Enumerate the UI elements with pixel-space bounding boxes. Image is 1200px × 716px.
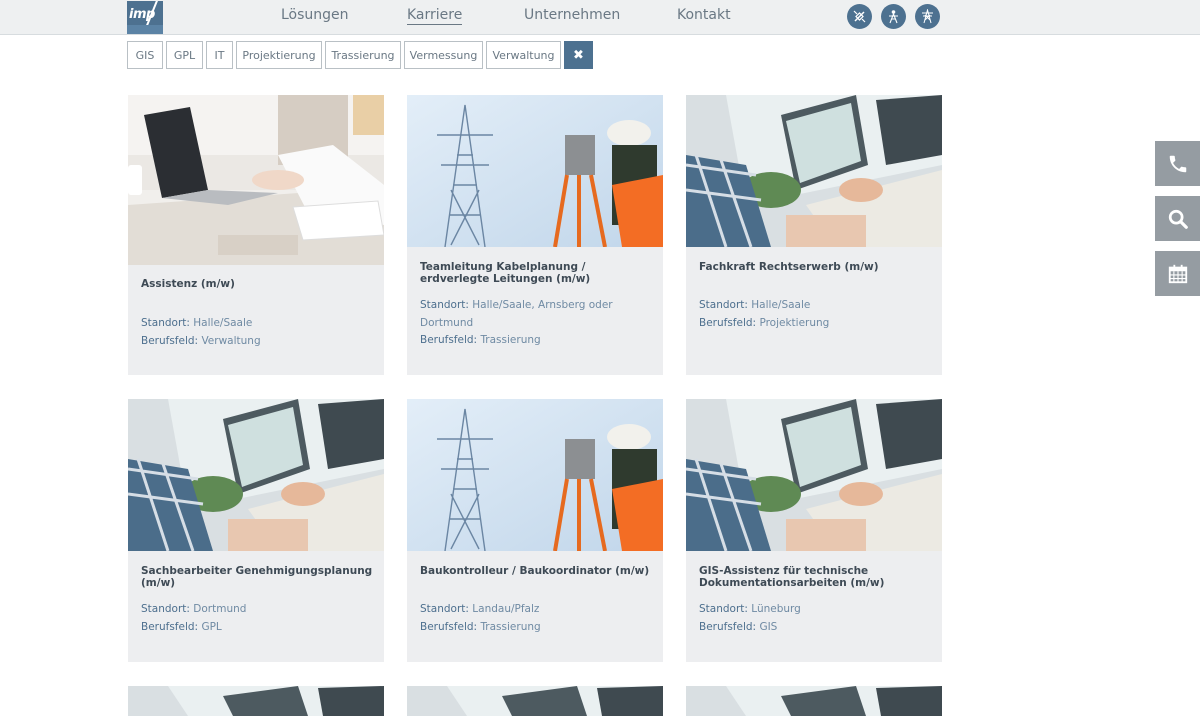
- job-title: Fachkraft Rechtserwerb (m/w): [699, 261, 879, 273]
- job-meta: Standort: Lüneburg Berufsfeld: GIS: [699, 601, 931, 636]
- calendar-button[interactable]: [1155, 251, 1200, 296]
- standort-label: Standort:: [141, 317, 190, 329]
- standort-label: Standort:: [699, 603, 748, 615]
- berufsfeld-label: Berufsfeld:: [141, 334, 199, 347]
- job-title: Baukontrolleur / Baukoordinator (m/w): [420, 565, 650, 577]
- standort-label: Standort:: [699, 299, 748, 311]
- office-monitor-image: [128, 399, 384, 551]
- berufsfeld-label: Berufsfeld:: [420, 620, 478, 633]
- filter-verwaltung[interactable]: Verwaltung: [486, 41, 561, 69]
- surveyor-image: [407, 399, 663, 551]
- standort-label: Standort:: [141, 603, 190, 615]
- standort-value: Dortmund: [193, 603, 247, 615]
- job-meta: Standort: Dortmund Berufsfeld: GPL: [141, 601, 373, 636]
- berufsfeld-label: Berufsfeld:: [141, 620, 199, 633]
- office-monitor-image: [686, 95, 942, 247]
- laptop-desk-image: [128, 95, 384, 265]
- job-card-partial[interactable]: [407, 686, 663, 716]
- job-card[interactable]: Assistenz (m/w) Standort: Halle/Saale Be…: [128, 95, 384, 375]
- phone-icon: [1169, 155, 1186, 172]
- filter-it[interactable]: IT: [206, 41, 233, 69]
- office-monitor-image: [128, 686, 384, 716]
- job-card-partial[interactable]: [686, 686, 942, 716]
- satellite-icon[interactable]: [847, 4, 872, 29]
- filter-projektierung[interactable]: Projektierung: [236, 41, 322, 69]
- job-card-partial[interactable]: [128, 686, 384, 716]
- job-card[interactable]: Teamleitung Kabelplanung / erdverlegte L…: [407, 95, 663, 375]
- job-title: Teamleitung Kabelplanung / erdverlegte L…: [420, 261, 591, 285]
- job-title: Sachbearbeiter Genehmigungsplanung (m/w): [141, 565, 373, 589]
- phone-button[interactable]: [1155, 141, 1200, 186]
- top-navigation-bar: imp Lösungen Karriere Unternehmen Kontak…: [0, 0, 1200, 35]
- office-monitor-image: [686, 399, 942, 551]
- filter-gpl[interactable]: GPL: [166, 41, 203, 69]
- job-card[interactable]: GIS-Assistenz für technische Dokumentati…: [686, 399, 942, 662]
- filter-vermessung[interactable]: Vermessung: [404, 41, 483, 69]
- berufsfeld-label: Berufsfeld:: [420, 334, 478, 346]
- search-icon: [1168, 209, 1188, 229]
- berufsfeld-value: GPL: [201, 620, 222, 633]
- job-card[interactable]: Fachkraft Rechtserwerb (m/w) Standort: H…: [686, 95, 942, 375]
- nav-unternehmen[interactable]: Unternehmen: [524, 7, 620, 23]
- job-meta: Standort: Halle/Saale Berufsfeld: Projek…: [699, 297, 931, 332]
- job-title: GIS-Assistenz für technische Dokumentati…: [699, 565, 885, 589]
- berufsfeld-value: Verwaltung: [201, 334, 261, 347]
- standort-label: Standort:: [420, 299, 469, 311]
- job-meta: Standort: Landau/Pfalz Berufsfeld: Trass…: [420, 601, 652, 636]
- berufsfeld-label: Berufsfeld:: [699, 316, 757, 329]
- filter-trassierung[interactable]: Trassierung: [325, 41, 401, 69]
- berufsfeld-value: GIS: [759, 620, 778, 633]
- person-tower-icon[interactable]: [881, 4, 906, 29]
- standort-label: Standort:: [420, 603, 469, 615]
- standort-value: Lüneburg: [751, 603, 801, 615]
- office-monitor-image: [407, 686, 663, 716]
- logo-band: [127, 25, 163, 34]
- clear-filter-button[interactable]: ✖: [564, 41, 593, 69]
- filter-gis[interactable]: GIS: [127, 41, 163, 69]
- berufsfeld-label: Berufsfeld:: [699, 620, 757, 633]
- imp-logo[interactable]: imp: [127, 1, 163, 34]
- search-button[interactable]: [1155, 196, 1200, 241]
- calendar-icon: [1168, 264, 1187, 283]
- standort-value: Landau/Pfalz: [472, 603, 540, 615]
- nav-loesungen[interactable]: Lösungen: [281, 7, 349, 23]
- job-card[interactable]: Sachbearbeiter Genehmigungsplanung (m/w)…: [128, 399, 384, 662]
- job-card[interactable]: Baukontrolleur / Baukoordinator (m/w) St…: [407, 399, 663, 662]
- power-tower-icon[interactable]: [915, 4, 940, 29]
- job-meta: Standort: Halle/Saale, Arnsberg oder Dor…: [420, 297, 652, 350]
- job-meta: Standort: Halle/Saale Berufsfeld: Verwal…: [141, 315, 373, 350]
- surveyor-image: [407, 95, 663, 247]
- nav-karriere[interactable]: Karriere: [407, 7, 463, 25]
- nav-kontakt[interactable]: Kontakt: [677, 7, 731, 23]
- berufsfeld-value: Trassierung: [480, 334, 541, 346]
- berufsfeld-value: Projektierung: [759, 316, 830, 329]
- job-title: Assistenz (m/w): [141, 278, 235, 290]
- office-monitor-image: [686, 686, 942, 716]
- standort-value: Halle/Saale: [751, 299, 811, 311]
- berufsfeld-value: Trassierung: [480, 620, 541, 633]
- standort-value: Halle/Saale: [193, 317, 253, 329]
